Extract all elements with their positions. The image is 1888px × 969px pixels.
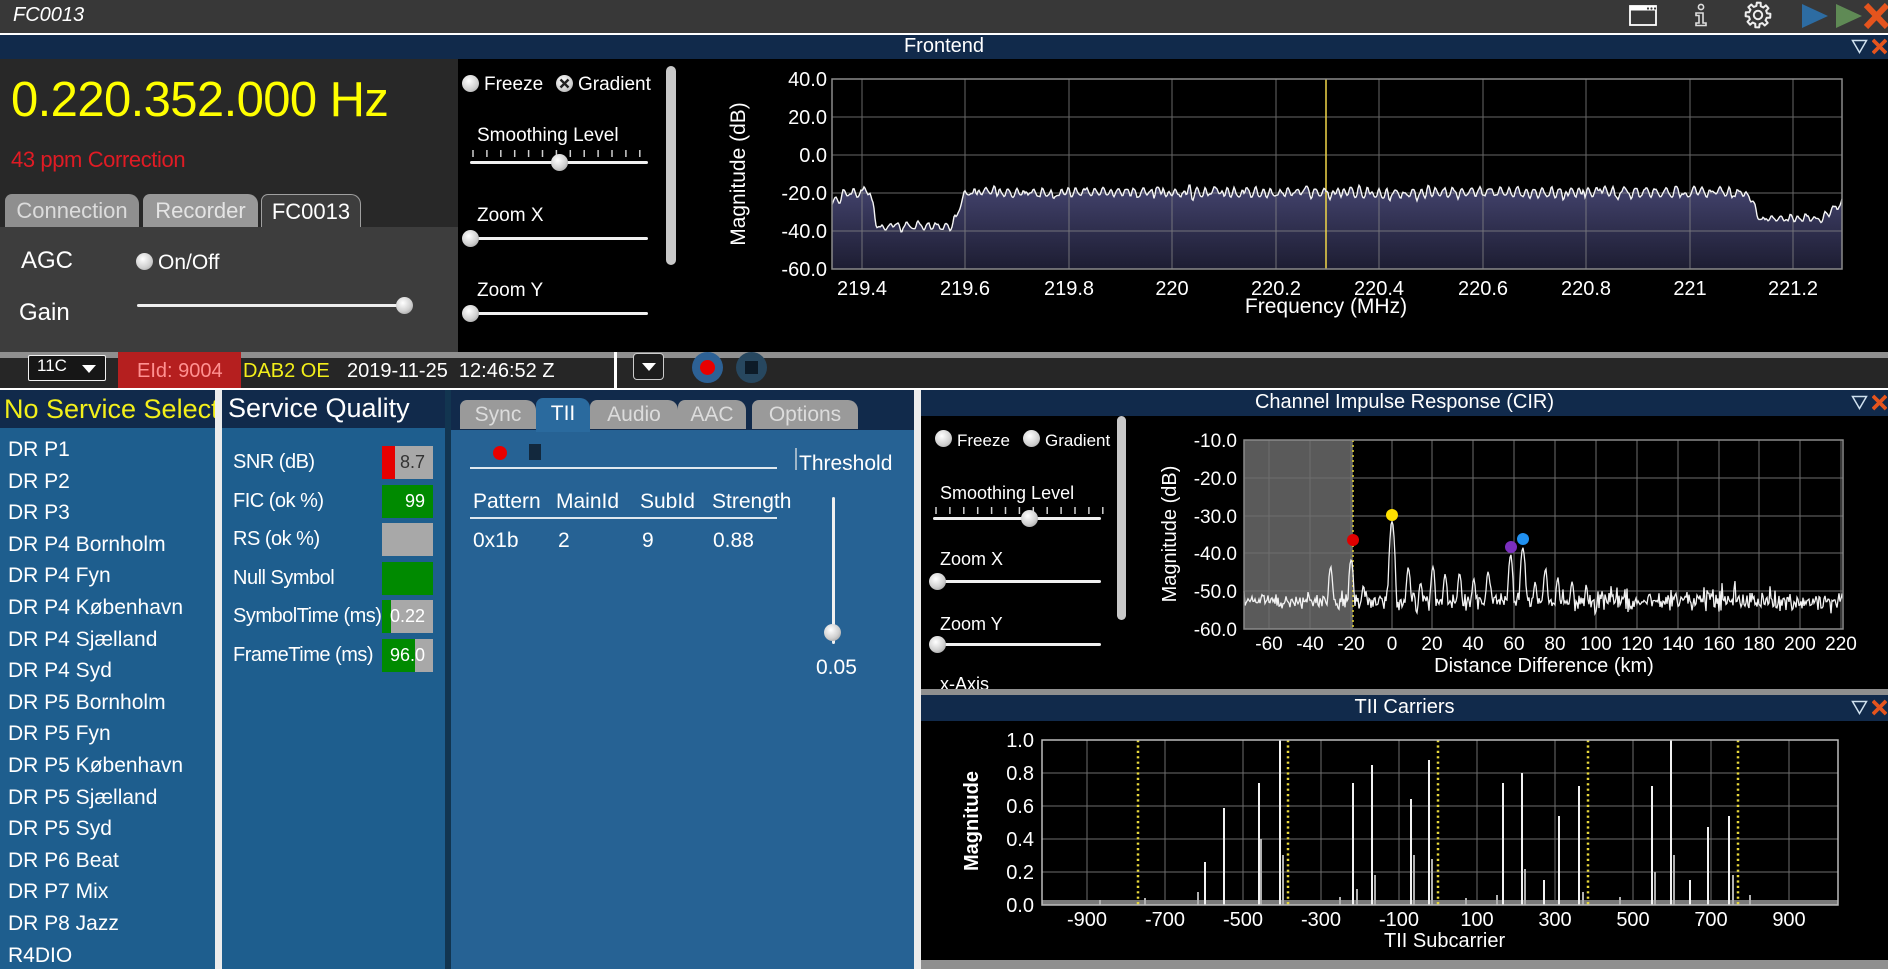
svg-text:20.0: 20.0 [788,107,827,129]
svg-text:-20: -20 [1337,634,1364,655]
svg-text:-30.0: -30.0 [1194,507,1237,528]
svg-text:1.0: 1.0 [1006,730,1034,752]
svg-text:221.2: 221.2 [1768,278,1818,300]
svg-text:0.8: 0.8 [1006,763,1034,785]
svg-text:0: 0 [1387,634,1398,655]
svg-text:100: 100 [1460,909,1493,931]
svg-text:-60: -60 [1255,634,1282,655]
svg-text:20: 20 [1421,634,1442,655]
svg-text:180: 180 [1743,634,1775,655]
svg-text:219.6: 219.6 [940,278,990,300]
svg-text:700: 700 [1694,909,1727,931]
svg-text:0.0: 0.0 [799,145,827,167]
svg-text:0.2: 0.2 [1006,862,1034,884]
svg-text:-10.0: -10.0 [1194,431,1237,452]
svg-text:Magnitude (dB): Magnitude (dB) [1159,466,1181,603]
svg-text:TII Subcarrier: TII Subcarrier [1384,930,1505,952]
svg-text:220: 220 [1825,634,1857,655]
svg-text:40.0: 40.0 [788,69,827,91]
svg-text:80: 80 [1544,634,1565,655]
svg-text:-60.0: -60.0 [1194,620,1237,641]
svg-text:40: 40 [1462,634,1483,655]
svg-text:-40.0: -40.0 [1194,544,1237,565]
svg-text:Distance Difference (km): Distance Difference (km) [1434,655,1654,677]
svg-text:219.4: 219.4 [837,278,887,300]
svg-text:-700: -700 [1145,909,1185,931]
svg-text:0.6: 0.6 [1006,796,1034,818]
svg-text:-20.0: -20.0 [1194,469,1237,490]
svg-text:-900: -900 [1067,909,1107,931]
svg-text:-60.0: -60.0 [781,259,827,281]
svg-text:Magnitude (dB): Magnitude (dB) [727,102,750,246]
svg-text:221: 221 [1673,278,1706,300]
svg-text:160: 160 [1703,634,1735,655]
svg-text:300: 300 [1538,909,1571,931]
svg-text:120: 120 [1621,634,1653,655]
svg-text:Magnitude: Magnitude [961,771,983,871]
svg-text:220.6: 220.6 [1458,278,1508,300]
svg-text:140: 140 [1662,634,1694,655]
svg-text:219.8: 219.8 [1044,278,1094,300]
svg-text:220.8: 220.8 [1561,278,1611,300]
svg-text:-40: -40 [1296,634,1323,655]
svg-text:500: 500 [1616,909,1649,931]
svg-text:200: 200 [1784,634,1816,655]
svg-text:100: 100 [1580,634,1612,655]
svg-text:220: 220 [1155,278,1188,300]
svg-text:Frequency (MHz): Frequency (MHz) [1245,295,1407,318]
svg-text:-20.0: -20.0 [781,183,827,205]
svg-text:0.4: 0.4 [1006,829,1034,851]
svg-text:900: 900 [1772,909,1805,931]
svg-text:60: 60 [1503,634,1524,655]
svg-text:-50.0: -50.0 [1194,582,1237,603]
svg-text:-100: -100 [1379,909,1419,931]
svg-text:-500: -500 [1223,909,1263,931]
svg-text:-300: -300 [1301,909,1341,931]
svg-text:-40.0: -40.0 [781,221,827,243]
svg-text:0.0: 0.0 [1006,895,1034,917]
